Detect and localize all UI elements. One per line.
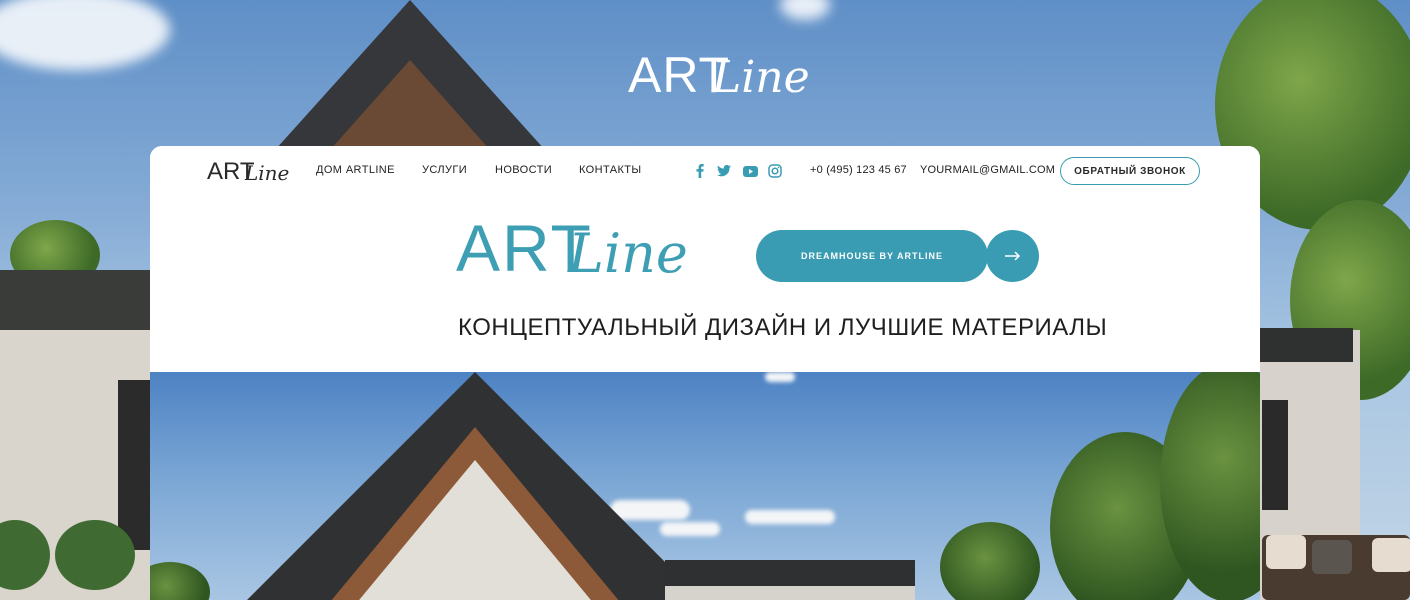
dreamhouse-button[interactable]: DREAMHOUSE BY ARTLINE — [756, 230, 988, 282]
nav-link-novosti[interactable]: НОВОСТИ — [495, 164, 552, 176]
house-window-right — [1262, 400, 1288, 510]
tree — [150, 562, 210, 600]
nav-link-uslugi[interactable]: УСЛУГИ — [422, 164, 467, 176]
instagram-icon[interactable] — [767, 163, 783, 179]
cloud — [745, 510, 835, 524]
house-flat-wall — [665, 586, 915, 600]
phone-number[interactable]: +0 (495) 123 45 67 — [810, 164, 907, 176]
nav-link-dom-artline[interactable]: ДОМ ARTLINE — [316, 164, 395, 176]
facebook-icon[interactable] — [692, 163, 708, 179]
hero-logo: ART Line — [456, 210, 688, 300]
hero-logo-line: Line — [568, 222, 688, 285]
house-flat-roof — [665, 560, 915, 586]
house-roof-inner — [330, 60, 490, 150]
email-address[interactable]: YOURMAIL@GMAIL.COM — [920, 164, 1055, 176]
mockup-header: ART Line ДОМ ARTLINE УСЛУГИ НОВОСТИ КОНТ… — [150, 146, 1260, 372]
logo-line-text: Line — [712, 52, 810, 103]
nav-link-kontakty[interactable]: КОНТАКТЫ — [579, 164, 642, 176]
bush — [55, 520, 135, 590]
cloud — [765, 372, 795, 382]
twitter-icon[interactable] — [716, 163, 732, 179]
callback-button[interactable]: ОБРАТНЫЙ ЗВОНОК — [1060, 157, 1200, 185]
house-roof-right — [1258, 328, 1353, 362]
pillow — [1266, 535, 1306, 569]
top-logo: ART Line — [628, 40, 810, 110]
nav-logo[interactable]: ART Line — [207, 154, 290, 188]
pillow — [1372, 538, 1410, 572]
mockup-hero-photo — [150, 372, 1260, 600]
house-window-left — [118, 380, 150, 550]
website-mockup: ART Line ДОМ ARTLINE УСЛУГИ НОВОСТИ КОНТ… — [150, 146, 1260, 600]
house-gable — [355, 460, 595, 600]
nav-logo-line: Line — [245, 161, 290, 185]
house-roof-left — [0, 270, 160, 330]
tree — [940, 522, 1040, 600]
hero-tagline: КОНЦЕПТУАЛЬНЫЙ ДИЗАЙН И ЛУЧШИЕ МАТЕРИАЛЫ — [458, 314, 1108, 341]
pillow — [1312, 540, 1352, 574]
youtube-icon[interactable] — [742, 163, 758, 179]
arrow-right-icon[interactable] — [986, 230, 1039, 282]
